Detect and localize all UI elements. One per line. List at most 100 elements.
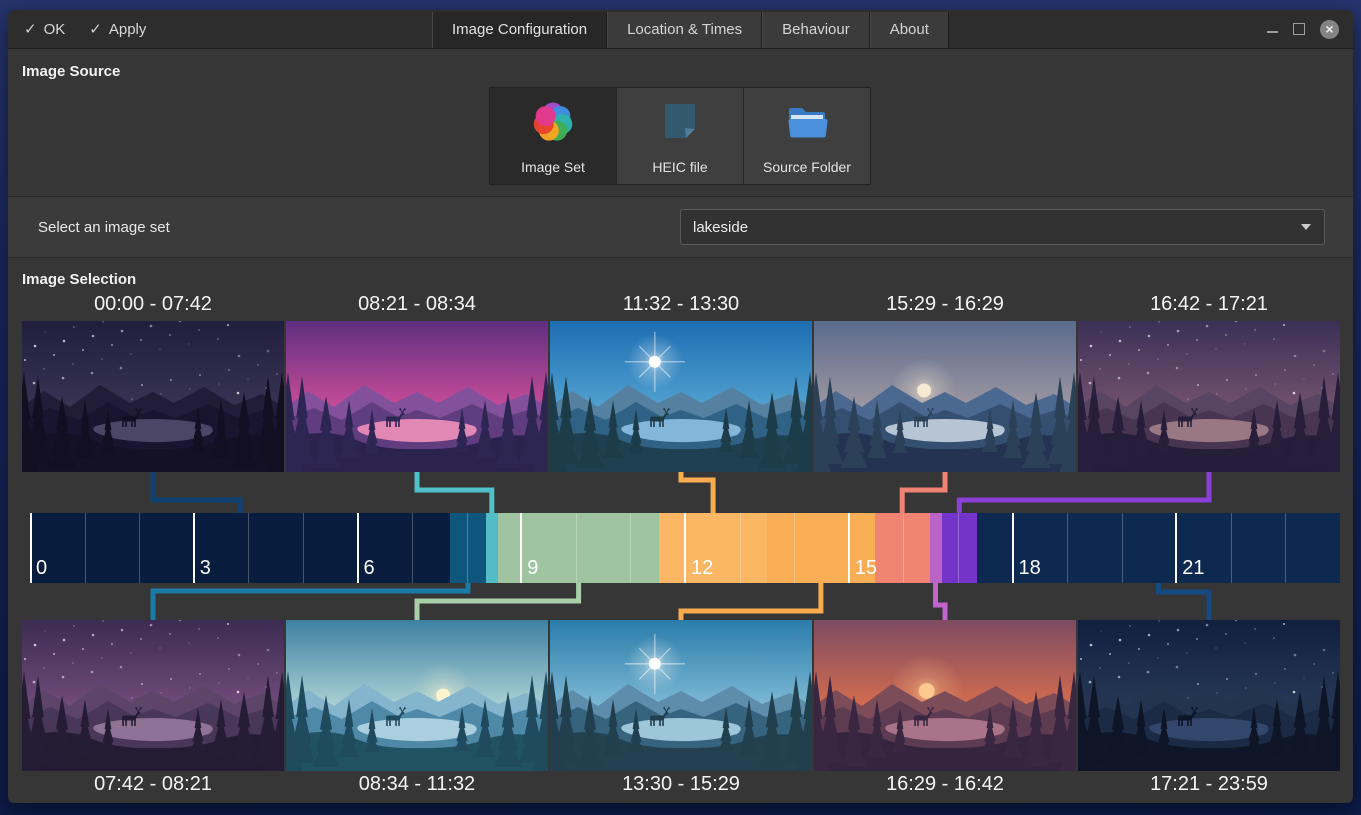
connector-line-0742 [153, 583, 468, 620]
image-set-dropdown-value: lakeside [693, 219, 748, 236]
window-controls: × [1267, 10, 1339, 48]
three-hour-tick [1012, 513, 1014, 583]
timeline-segment-0742-0821[interactable] [450, 513, 486, 583]
chevron-down-icon [1301, 224, 1311, 230]
top-image-thumbnail[interactable] [814, 321, 1076, 472]
connector-line-1642 [959, 472, 1209, 513]
check-icon: ✓ [24, 20, 37, 38]
apply-button[interactable]: ✓ Apply [89, 20, 146, 38]
bottom-image-thumbnail[interactable] [814, 620, 1076, 771]
timeline-segment-1642-1721[interactable] [942, 513, 978, 583]
check-icon: ✓ [89, 20, 102, 38]
bottom-time-label: 17:21 - 23:59 [1078, 773, 1340, 796]
maximize-icon[interactable] [1293, 23, 1305, 35]
hour-tick [248, 513, 249, 583]
tab-image-configuration[interactable]: Image Configuration [432, 12, 607, 48]
timeline-segment-0821-0834[interactable] [486, 513, 498, 583]
hour-tick [1067, 513, 1068, 583]
app-window: ✓ OK ✓ Apply Image ConfigurationLocation… [8, 10, 1353, 803]
ok-button[interactable]: ✓ OK [24, 20, 65, 38]
connector-line-0821 [417, 472, 492, 513]
top-time-label: 11:32 - 13:30 [550, 293, 812, 316]
three-hour-tick [848, 513, 850, 583]
tab-about[interactable]: About [870, 12, 949, 48]
tab-bar: Image ConfigurationLocation & TimesBehav… [432, 12, 949, 48]
hour-tick [1122, 513, 1123, 583]
source-type-label: HEIC file [652, 159, 707, 175]
hour-tick [1285, 513, 1286, 583]
timeline-segment-1529-1629[interactable] [875, 513, 930, 583]
three-hour-tick [357, 513, 359, 583]
connector-line-1330 [681, 583, 821, 620]
hour-label: 6 [364, 557, 375, 580]
connector-line-1132 [681, 472, 713, 513]
heic-file-icon [656, 88, 704, 155]
bottom-time-label: 16:29 - 16:42 [814, 773, 1076, 796]
timeline-segment-1629-1642[interactable] [930, 513, 942, 583]
bottom-time-label: 07:42 - 08:21 [22, 773, 284, 796]
image-selection-heading: Image Selection [22, 271, 136, 288]
image-set-row: Select an image set lakeside [8, 196, 1353, 258]
bottom-time-label: 13:30 - 15:29 [550, 773, 812, 796]
desktop-background: ✓ OK ✓ Apply Image ConfigurationLocation… [0, 0, 1361, 815]
hour-label: 9 [527, 557, 538, 580]
bottom-image-thumbnail[interactable] [286, 620, 548, 771]
hour-tick [576, 513, 577, 583]
tab-behaviour[interactable]: Behaviour [762, 12, 870, 48]
source-type-buttons: Image Set HEIC file Source Folder [489, 87, 871, 185]
titlebar-actions: ✓ OK ✓ Apply [24, 10, 146, 48]
three-hour-tick [1175, 513, 1177, 583]
hour-label: 21 [1182, 557, 1204, 580]
timeline-segment-0000-0742[interactable] [30, 513, 450, 583]
image-set-icon [529, 88, 577, 155]
timeline-bar[interactable]: 0 3 6 9 12 15 18 21 [30, 513, 1340, 583]
hour-tick [85, 513, 86, 583]
heic-file-button[interactable]: HEIC file [617, 88, 743, 184]
top-time-label: 00:00 - 07:42 [22, 293, 284, 316]
hour-label: 12 [691, 557, 713, 580]
hour-label: 15 [855, 557, 877, 580]
apply-button-label: Apply [109, 21, 147, 38]
hour-label: 0 [36, 557, 47, 580]
hour-tick [1231, 513, 1232, 583]
hour-label: 3 [200, 557, 211, 580]
hour-tick [903, 513, 904, 583]
connector-line-0000 [153, 472, 240, 513]
ok-button-label: OK [44, 21, 66, 38]
hour-label: 18 [1019, 557, 1041, 580]
source-folder-button[interactable]: Source Folder [744, 88, 870, 184]
image-source-heading: Image Source [22, 63, 120, 80]
top-time-label: 08:21 - 08:34 [286, 293, 548, 316]
tab-location-times[interactable]: Location & Times [607, 12, 762, 48]
hour-tick [139, 513, 140, 583]
top-time-label: 15:29 - 16:29 [814, 293, 1076, 316]
top-image-thumbnail[interactable] [550, 321, 812, 472]
select-image-set-label: Select an image set [38, 197, 170, 257]
source-type-label: Source Folder [763, 159, 851, 175]
close-icon[interactable]: × [1320, 20, 1339, 39]
bottom-image-thumbnail[interactable] [1078, 620, 1340, 771]
hour-tick [958, 513, 959, 583]
source-folder-icon [783, 88, 831, 155]
image-set-button[interactable]: Image Set [490, 88, 616, 184]
three-hour-tick [30, 513, 32, 583]
minimize-icon[interactable] [1267, 31, 1278, 33]
bottom-image-thumbnail[interactable] [22, 620, 284, 771]
source-type-label: Image Set [521, 159, 585, 175]
connector-line-1529 [902, 472, 945, 513]
bottom-time-label: 08:34 - 11:32 [286, 773, 548, 796]
bottom-image-thumbnail[interactable] [550, 620, 812, 771]
connector-line-1721 [1159, 583, 1210, 620]
hour-tick [794, 513, 795, 583]
top-image-thumbnail[interactable] [22, 321, 284, 472]
top-image-thumbnail[interactable] [1078, 321, 1340, 472]
three-hour-tick [193, 513, 195, 583]
hour-tick [412, 513, 413, 583]
connector-line-1629 [936, 583, 946, 620]
three-hour-tick [684, 513, 686, 583]
titlebar: ✓ OK ✓ Apply Image ConfigurationLocation… [8, 10, 1353, 49]
top-image-thumbnail[interactable] [286, 321, 548, 472]
top-time-label: 16:42 - 17:21 [1078, 293, 1340, 316]
hour-tick [303, 513, 304, 583]
image-set-dropdown[interactable]: lakeside [680, 209, 1325, 245]
